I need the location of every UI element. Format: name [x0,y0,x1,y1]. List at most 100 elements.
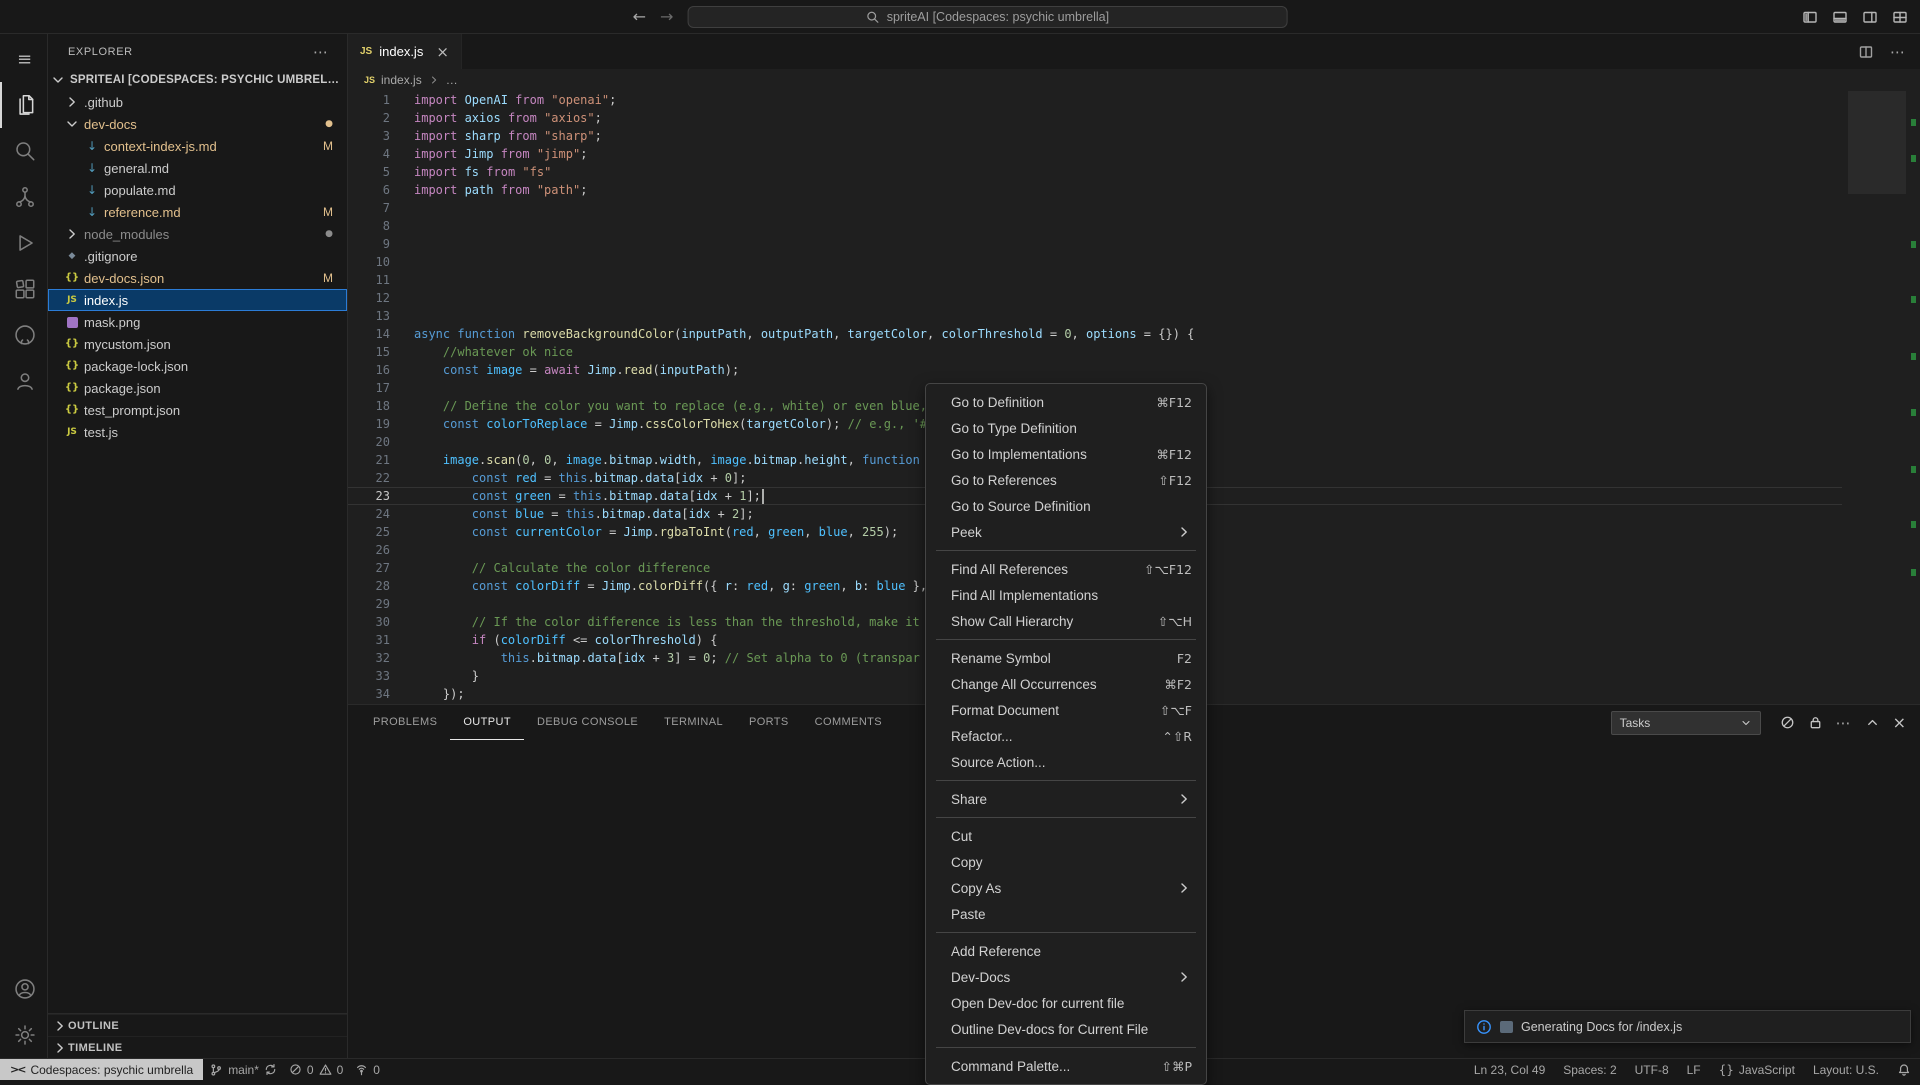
menu-item-find-all-implementations[interactable]: Find All Implementations [926,582,1206,608]
menu-item-go-to-references[interactable]: Go to References⇧F12 [926,467,1206,493]
lock-scroll-icon[interactable] [1808,715,1823,730]
code-line[interactable]: 5import fs from "fs" [348,163,1842,181]
editor-more-actions-icon[interactable]: ⋯ [1890,43,1906,61]
explorer-more-actions-icon[interactable]: ⋯ [313,43,329,61]
eol-sequence[interactable]: LF [1678,1063,1710,1077]
menu-item-open-dev-doc-for-current-file[interactable]: Open Dev-doc for current file [926,990,1206,1016]
menu-item-command-palette[interactable]: Command Palette...⇧⌘P [926,1053,1206,1079]
toggle-secondary-sidebar-icon[interactable] [1862,9,1878,25]
toggle-primary-sidebar-icon[interactable] [1802,9,1818,25]
menu-item-find-all-references[interactable]: Find All References⇧⌥F12 [926,556,1206,582]
tree-item-dev-docs-json[interactable]: {}dev-docs.jsonM [48,267,347,289]
timeline-section[interactable]: TIMELINE [48,1036,347,1058]
panel-tab-terminal[interactable]: TERMINAL [651,705,736,740]
menu-item-share[interactable]: Share [926,786,1206,812]
chevron-right-icon[interactable] [64,94,80,110]
code-line[interactable]: 9 [348,235,1842,253]
explorer-icon[interactable] [0,82,47,128]
navigate-back-icon[interactable]: ← [633,7,646,26]
code-line[interactable]: 7 [348,199,1842,217]
tree-item-package-lock-json[interactable]: {}package-lock.json [48,355,347,377]
tree-item-mycustom-json[interactable]: {}mycustom.json [48,333,347,355]
navigate-forward-icon[interactable]: → [660,7,673,26]
search-sidebar-icon[interactable] [0,128,47,174]
github-icon[interactable] [0,312,47,358]
menu-item-dev-docs[interactable]: Dev-Docs [926,964,1206,990]
menu-item-peek[interactable]: Peek [926,519,1206,545]
panel-tab-output[interactable]: OUTPUT [450,705,524,740]
clear-output-icon[interactable] [1780,715,1795,730]
split-editor-icon[interactable] [1858,44,1874,60]
outline-section[interactable]: OUTLINE [48,1014,347,1036]
remote-indicator[interactable]: >< Codespaces: psychic umbrella [0,1059,203,1080]
panel-tab-ports[interactable]: PORTS [736,705,802,740]
menu-item-change-all-occurrences[interactable]: Change All Occurrences⌘F2 [926,671,1206,697]
code-line[interactable]: 8 [348,217,1842,235]
tree-item-dev-docs[interactable]: dev-docs● [48,113,347,135]
tree-item-gitignore[interactable]: ◆.gitignore [48,245,347,267]
customize-layout-icon[interactable] [1892,9,1908,25]
breadcrumb-symbol[interactable]: … [446,73,458,87]
tree-item-node-modules[interactable]: node_modules● [48,223,347,245]
language-mode[interactable]: {} JavaScript [1710,1063,1804,1077]
menu-item-outline-dev-docs-for-current-file[interactable]: Outline Dev-docs for Current File [926,1016,1206,1042]
minimap[interactable] [1848,91,1906,704]
notifications-bell-icon[interactable] [1888,1063,1920,1077]
code-line[interactable]: 16 const image = await Jimp.read(inputPa… [348,361,1842,379]
menu-item-refactor[interactable]: Refactor...⌃⇧R [926,723,1206,749]
panel-more-actions-icon[interactable]: ⋯ [1836,714,1852,732]
tree-item-test-prompt-json[interactable]: {}test_prompt.json [48,399,347,421]
code-line[interactable]: 14async function removeBackgroundColor(i… [348,325,1842,343]
tree-root-folder[interactable]: SPRITEAI [CODESPACES: PSYCHIC UMBRELLA] [48,69,347,91]
code-line[interactable]: 4import Jimp from "jimp"; [348,145,1842,163]
maximize-panel-icon[interactable] [1865,715,1880,730]
menu-item-go-to-implementations[interactable]: Go to Implementations⌘F12 [926,441,1206,467]
tree-item-populate-md[interactable]: ↓populate.md [48,179,347,201]
tree-item-test-js[interactable]: JStest.js [48,421,347,443]
code-line[interactable]: 10 [348,253,1842,271]
tree-item-general-md[interactable]: ↓general.md [48,157,347,179]
menu-item-format-document[interactable]: Format Document⇧⌥F [926,697,1206,723]
tree-item-package-json[interactable]: {}package.json [48,377,347,399]
code-line[interactable]: 13 [348,307,1842,325]
extensions-icon[interactable] [0,266,47,312]
panel-tab-debug-console[interactable]: DEBUG CONSOLE [524,705,651,740]
run-debug-icon[interactable] [0,220,47,266]
toggle-panel-icon[interactable] [1832,9,1848,25]
branch-status[interactable]: main* [203,1059,283,1080]
panel-tab-problems[interactable]: PROBLEMS [360,705,450,740]
menu-item-copy[interactable]: Copy [926,849,1206,875]
code-line[interactable]: 1import OpenAI from "openai"; [348,91,1842,109]
command-center[interactable]: spriteAI [Codespaces: psychic umbrella] [687,6,1287,28]
close-tab-icon[interactable]: × [436,43,449,61]
ports-status[interactable]: 0 [349,1059,386,1080]
chevron-right-icon[interactable] [64,226,80,242]
menu-item-add-reference[interactable]: Add Reference [926,938,1206,964]
menu-icon[interactable]: ≡ [0,36,47,82]
menu-item-copy-as[interactable]: Copy As [926,875,1206,901]
code-line[interactable]: 15 //whatever ok nice [348,343,1842,361]
tree-item-mask-png[interactable]: mask.png [48,311,347,333]
remote-explorer-icon[interactable] [0,358,47,404]
code-line[interactable]: 12 [348,289,1842,307]
indentation[interactable]: Spaces: 2 [1554,1063,1625,1077]
settings-gear-icon[interactable] [0,1012,47,1058]
menu-item-go-to-type-definition[interactable]: Go to Type Definition [926,415,1206,441]
code-line[interactable]: 6import path from "path"; [348,181,1842,199]
tree-item-context-index-js-md[interactable]: ↓context-index-js.mdM [48,135,347,157]
notification-toast[interactable]: Generating Docs for /index.js [1464,1010,1911,1043]
source-control-icon[interactable] [0,174,47,220]
problems-status[interactable]: 0 0 [283,1059,349,1080]
menu-item-show-call-hierarchy[interactable]: Show Call Hierarchy⇧⌥H [926,608,1206,634]
keyboard-layout[interactable]: Layout: U.S. [1804,1063,1888,1077]
tab-index-js[interactable]: JS index.js × [348,34,462,69]
output-channel-select[interactable]: Tasks [1611,711,1761,735]
code-line[interactable]: 2import axios from "axios"; [348,109,1842,127]
tree-item-index-js[interactable]: JSindex.js [48,289,347,311]
encoding[interactable]: UTF-8 [1626,1063,1678,1077]
menu-item-go-to-source-definition[interactable]: Go to Source Definition [926,493,1206,519]
code-line[interactable]: 11 [348,271,1842,289]
cursor-position[interactable]: Ln 23, Col 49 [1465,1063,1554,1077]
tree-item-reference-md[interactable]: ↓reference.mdM [48,201,347,223]
menu-item-source-action[interactable]: Source Action... [926,749,1206,775]
